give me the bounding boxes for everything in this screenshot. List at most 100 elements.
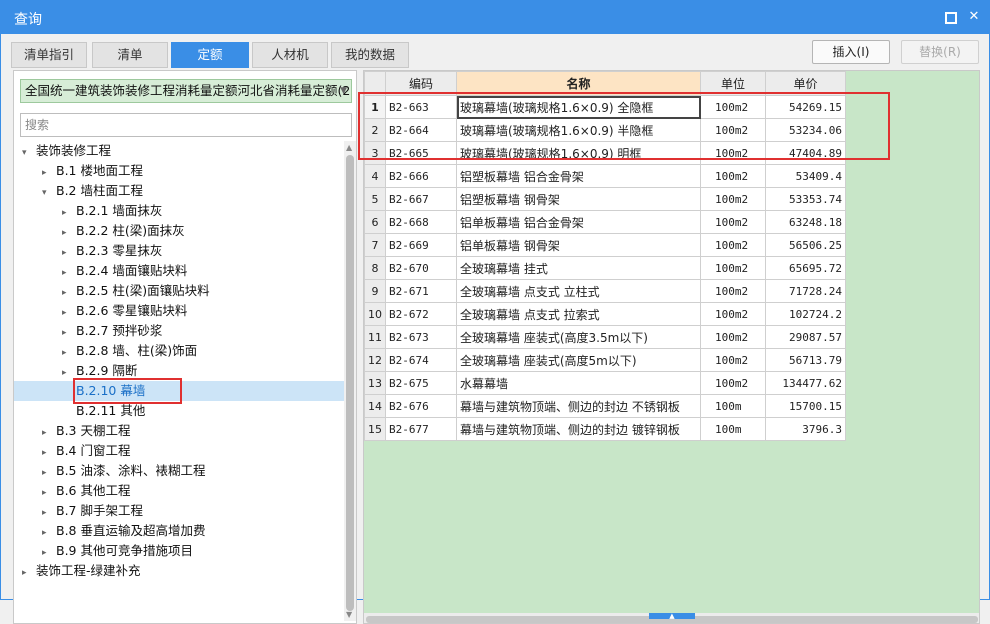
cell-price[interactable]: 134477.62 [765,371,846,395]
collapse-icon[interactable]: ▸ [62,363,76,383]
row-number[interactable]: 11 [364,325,386,349]
collapse-icon[interactable]: ▸ [42,463,56,483]
insert-button[interactable]: 插入(I) [812,40,890,64]
collapse-icon[interactable]: ▸ [42,423,56,443]
cell-code[interactable]: B2-668 [385,210,457,234]
cell-unit[interactable]: 100m2 [700,118,766,142]
cell-unit[interactable]: 100m2 [700,348,766,372]
row-number[interactable]: 1 [364,95,386,119]
replace-button[interactable]: 替换(R) [901,40,979,64]
cell-price[interactable]: 53409.4 [765,164,846,188]
cell-name[interactable]: 幕墙与建筑物顶端、侧边的封边 镀锌钢板 [456,417,701,441]
collapse-icon[interactable]: ▸ [22,563,36,583]
cell-code[interactable]: B2-673 [385,325,457,349]
row-number[interactable]: 9 [364,279,386,303]
cell-unit[interactable]: 100m [700,394,766,418]
cell-unit[interactable]: 100m2 [700,141,766,165]
cell-unit[interactable]: 100m2 [700,371,766,395]
table-row[interactable]: 12 B2-674 全玻璃幕墙 座装式(高度5m以下) 100m2 56713.79 [364,348,846,372]
table-row[interactable]: 7 B2-669 铝单板幕墙 钢骨架 100m2 56506.25 [364,233,846,257]
cell-unit[interactable]: 100m2 [700,279,766,303]
cell-price[interactable]: 29087.57 [765,325,846,349]
tree-item[interactable]: B.2.10 幕墙 [14,381,344,401]
chevron-down-icon[interactable]: ▼ [340,80,347,102]
row-number[interactable]: 14 [364,394,386,418]
cell-price[interactable]: 15700.15 [765,394,846,418]
row-number[interactable]: 13 [364,371,386,395]
row-number[interactable]: 2 [364,118,386,142]
tree-item[interactable]: ▸ B.9 其他可竞争措施项目 [42,541,193,561]
collapse-icon[interactable]: ▸ [62,203,76,223]
collapse-icon[interactable]: ▸ [62,283,76,303]
cell-code[interactable]: B2-672 [385,302,457,326]
cell-unit[interactable]: 100m2 [700,210,766,234]
table-row[interactable]: 4 B2-666 铝塑板幕墙 铝合金骨架 100m2 53409.4 [364,164,846,188]
cell-name[interactable]: 铝塑板幕墙 铝合金骨架 [456,164,701,188]
chevron-up-icon[interactable]: ▲ [649,613,695,620]
cell-price[interactable]: 47404.89 [765,141,846,165]
cell-unit[interactable]: 100m2 [700,95,766,119]
cell-name[interactable]: 铝单板幕墙 铝合金骨架 [456,210,701,234]
collapse-icon[interactable]: ▸ [62,343,76,363]
tab-quota[interactable]: 定额 [171,42,249,68]
cell-unit[interactable]: 100m2 [700,164,766,188]
col-header-price[interactable]: 单价 [765,71,846,96]
collapse-icon[interactable]: ▸ [62,223,76,243]
cell-name[interactable]: 铝塑板幕墙 钢骨架 [456,187,701,211]
tree-item[interactable]: ▸ B.2.2 柱(梁)面抹灰 [62,221,185,241]
cell-unit[interactable]: 100m2 [700,256,766,280]
table-row[interactable]: 8 B2-670 全玻璃幕墙 挂式 100m2 65695.72 [364,256,846,280]
scroll-down-icon[interactable]: ▼ [346,610,352,619]
cell-price[interactable]: 71728.24 [765,279,846,303]
collapse-icon[interactable]: ▸ [42,483,56,503]
collapse-icon[interactable]: ▸ [42,503,56,523]
cell-code[interactable]: B2-670 [385,256,457,280]
col-header-name[interactable]: 名称 [456,71,701,96]
row-number[interactable]: 8 [364,256,386,280]
collapse-icon[interactable]: ▸ [42,443,56,463]
cell-code[interactable]: B2-667 [385,187,457,211]
table-row[interactable]: 14 B2-676 幕墙与建筑物顶端、侧边的封边 不锈钢板 100m 15700.15 [364,394,846,418]
cell-code[interactable]: B2-664 [385,118,457,142]
cell-name[interactable]: 全玻璃幕墙 座装式(高度5m以下) [456,348,701,372]
search-input[interactable] [20,113,352,137]
table-row[interactable]: 3 B2-665 玻璃幕墙(玻璃规格1.6×0.9) 明框 100m2 47404.89 [364,141,846,165]
table-row[interactable]: 11 B2-673 全玻璃幕墙 座装式(高度3.5m以下) 100m2 29087.57 [364,325,846,349]
collapse-icon[interactable]: ▸ [42,523,56,543]
cell-code[interactable]: B2-677 [385,417,457,441]
cell-name[interactable]: 全玻璃幕墙 点支式 拉索式 [456,302,701,326]
tree-item[interactable]: ▸ B.8 垂直运输及超高增加费 [42,521,205,541]
collapse-icon[interactable]: ▸ [62,323,76,343]
cell-price[interactable]: 65695.72 [765,256,846,280]
row-number[interactable]: 7 [364,233,386,257]
tab-bill-guide[interactable]: 清单指引 [11,42,87,68]
col-header-code[interactable]: 编码 [385,71,457,96]
tree-item[interactable]: ▸ B.1 楼地面工程 [42,161,143,181]
table-row[interactable]: 13 B2-675 水幕幕墙 100m2 134477.62 [364,371,846,395]
cell-code[interactable]: B2-665 [385,141,457,165]
cell-code[interactable]: B2-676 [385,394,457,418]
collapse-icon[interactable]: ▸ [42,543,56,563]
tree-item[interactable]: ▸ B.6 其他工程 [42,481,130,501]
tab-my-data[interactable]: 我的数据 [331,42,409,68]
cell-code[interactable]: B2-671 [385,279,457,303]
row-number[interactable]: 5 [364,187,386,211]
tree-item[interactable]: ▸ B.2.8 墙、柱(梁)饰面 [62,341,197,361]
tree-item[interactable]: ▸ B.3 天棚工程 [42,421,130,441]
cell-name[interactable]: 全玻璃幕墙 点支式 立柱式 [456,279,701,303]
tree-item[interactable]: ▸ B.4 门窗工程 [42,441,130,461]
row-number[interactable]: 3 [364,141,386,165]
cell-unit[interactable]: 100m2 [700,302,766,326]
table-row[interactable]: 10 B2-672 全玻璃幕墙 点支式 拉索式 100m2 102724.2 [364,302,846,326]
cell-code[interactable]: B2-674 [385,348,457,372]
grid-horizontal-scrollbar[interactable]: ▲ [364,613,979,623]
cell-code[interactable]: B2-666 [385,164,457,188]
tree-item[interactable]: ▸ B.2.4 墙面镶贴块料 [62,261,187,281]
col-header-unit[interactable]: 单位 [700,71,766,96]
row-number[interactable]: 4 [364,164,386,188]
row-number[interactable]: 12 [364,348,386,372]
collapse-icon[interactable]: ▸ [62,243,76,263]
tree-item[interactable]: ▸ B.2.9 隔断 [62,361,137,381]
cell-unit[interactable]: 100m2 [700,187,766,211]
cell-unit[interactable]: 100m2 [700,325,766,349]
